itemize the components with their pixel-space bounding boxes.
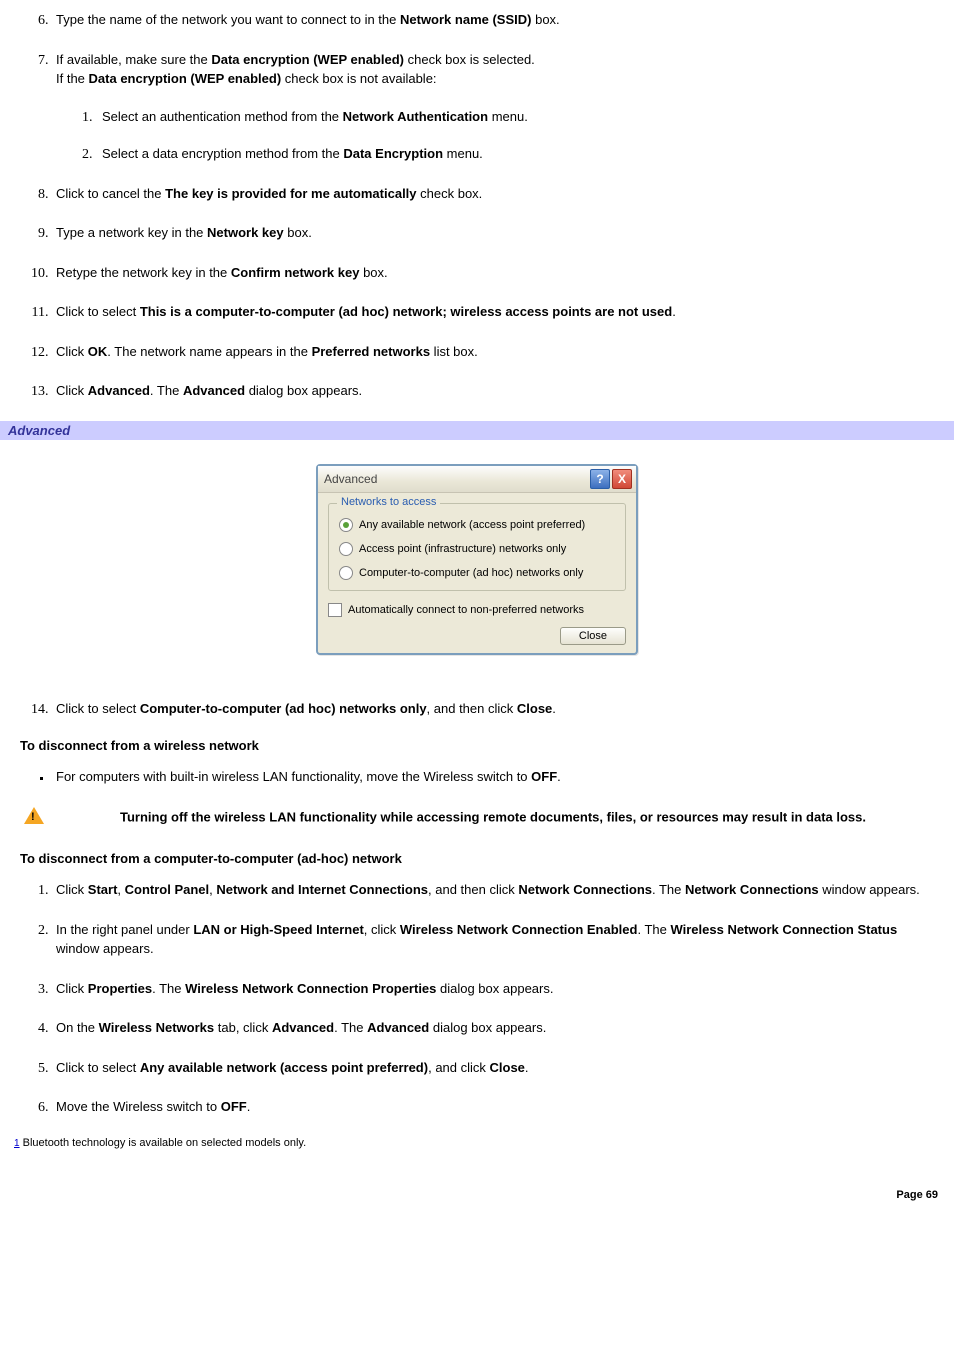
disconnect-bullet: For computers with built-in wireless LAN… bbox=[52, 767, 944, 787]
instruction-list-b: Click Start, Control Panel, Network and … bbox=[10, 880, 944, 1117]
instruction-list-a-cont: Click to select Computer-to-computer (ad… bbox=[10, 699, 944, 719]
step-8: Click to cancel the The key is provided … bbox=[52, 184, 944, 204]
section-heading-advanced: Advanced bbox=[0, 421, 954, 440]
step-9: Type a network key in the Network key bo… bbox=[52, 223, 944, 243]
footnote: 1 Bluetooth technology is available on s… bbox=[14, 1137, 944, 1149]
step-7-sublist: Select an authentication method from the… bbox=[56, 107, 944, 164]
step-12: Click OK. The network name appears in th… bbox=[52, 342, 944, 362]
step-7-2: Select a data encryption method from the… bbox=[96, 144, 944, 164]
advanced-dialog: Advanced ? X Networks to access Any avai… bbox=[316, 464, 638, 655]
warning-text: Turning off the wireless LAN functionali… bbox=[120, 809, 866, 824]
close-icon[interactable]: X bbox=[612, 469, 632, 489]
b-step-4: On the Wireless Networks tab, click Adva… bbox=[52, 1018, 944, 1038]
step-6: Type the name of the network you want to… bbox=[52, 10, 944, 30]
checkbox-icon bbox=[328, 603, 342, 617]
step-11: Click to select This is a computer-to-co… bbox=[52, 302, 944, 322]
close-button[interactable]: Close bbox=[560, 627, 626, 645]
radio-unselected-icon bbox=[339, 566, 353, 580]
radio-selected-icon bbox=[339, 518, 353, 532]
dialog-title: Advanced bbox=[324, 472, 588, 486]
heading-disconnect-adhoc: To disconnect from a computer-to-compute… bbox=[20, 851, 944, 866]
group-legend: Networks to access bbox=[337, 496, 440, 508]
step-10: Retype the network key in the Confirm ne… bbox=[52, 263, 944, 283]
page-number: Page 69 bbox=[0, 1149, 954, 1211]
b-step-6: Move the Wireless switch to OFF. bbox=[52, 1097, 944, 1117]
radio-unselected-icon bbox=[339, 542, 353, 556]
footnote-text: Bluetooth technology is available on sel… bbox=[20, 1137, 307, 1149]
step-7-1: Select an authentication method from the… bbox=[96, 107, 944, 127]
step-7: If available, make sure the Data encrypt… bbox=[52, 50, 944, 164]
warning-icon bbox=[24, 807, 44, 824]
help-button[interactable]: ? bbox=[590, 469, 610, 489]
step-14: Click to select Computer-to-computer (ad… bbox=[52, 699, 944, 719]
b-step-1: Click Start, Control Panel, Network and … bbox=[52, 880, 944, 900]
step-13: Click Advanced. The Advanced dialog box … bbox=[52, 381, 944, 401]
dialog-titlebar: Advanced ? X bbox=[318, 466, 636, 493]
b-step-3: Click Properties. The Wireless Network C… bbox=[52, 979, 944, 999]
radio-access-point-only[interactable]: Access point (infrastructure) networks o… bbox=[339, 542, 615, 556]
b-step-2: In the right panel under LAN or High-Spe… bbox=[52, 920, 944, 959]
radio-any-available[interactable]: Any available network (access point pref… bbox=[339, 518, 615, 532]
networks-to-access-group: Networks to access Any available network… bbox=[328, 503, 626, 591]
disconnect-bullet-list: For computers with built-in wireless LAN… bbox=[10, 767, 944, 787]
radio-adhoc-only[interactable]: Computer-to-computer (ad hoc) networks o… bbox=[339, 566, 615, 580]
instruction-list-a: Type the name of the network you want to… bbox=[10, 10, 944, 401]
heading-disconnect-wireless: To disconnect from a wireless network bbox=[20, 738, 944, 753]
warning-block: Turning off the wireless LAN functionali… bbox=[20, 807, 934, 830]
b-step-5: Click to select Any available network (a… bbox=[52, 1058, 944, 1078]
auto-connect-checkbox[interactable]: Automatically connect to non-preferred n… bbox=[328, 603, 626, 617]
